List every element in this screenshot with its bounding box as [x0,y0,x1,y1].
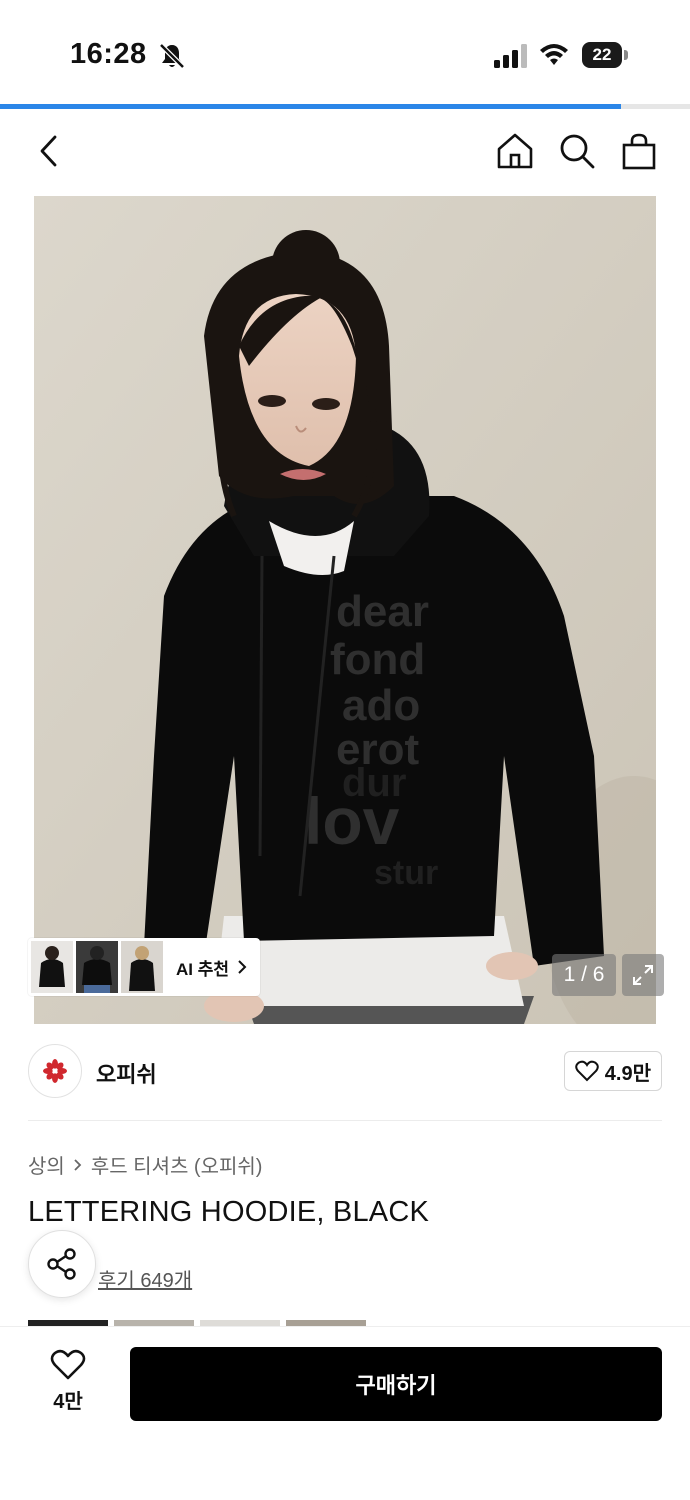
ai-thumbnail [31,941,73,993]
home-icon [497,133,533,169]
home-button[interactable] [494,130,536,172]
status-time: 16:28 [70,38,147,70]
flower-logo-icon [43,1059,67,1083]
model-photo: dear fond ado erot dur lov stur [34,196,656,1024]
heart-icon [50,1349,86,1380]
heart-icon [575,1060,599,1082]
chevron-left-icon [40,135,57,167]
brand-like-button[interactable]: 4.9만 [563,1051,662,1091]
brand-like-count: 4.9만 [604,1062,651,1085]
bottom-action-bar: 4만 구매하기 [0,1326,690,1500]
hoodie-print-text: lov [304,784,400,858]
product-image[interactable]: dear fond ado erot dur lov stur [34,196,656,1024]
wishlist-count: 4만 [53,1391,83,1413]
search-button[interactable] [556,130,598,172]
wishlist-button[interactable]: 4만 [28,1349,108,1423]
hoodie-print-text: stur [374,854,438,892]
breadcrumb-item[interactable]: 상의 [28,1150,65,1179]
reviews-link[interactable]: 후기 649개 [98,1264,192,1293]
bell-muted-icon [159,43,185,69]
ai-thumbnail [121,941,163,993]
cart-button[interactable] [618,130,660,172]
expand-icon [633,965,653,985]
ai-thumbnail [76,941,118,993]
image-counter: 1 / 6 [552,954,616,996]
share-button[interactable] [28,1230,96,1298]
status-bar: 16:28 22 [0,0,690,104]
divider [28,1120,662,1121]
shopping-bag-icon [622,133,656,170]
chevron-right-icon [74,1158,82,1171]
brand-row: 오피쉬 4.9만 [28,1042,662,1100]
product-title: LETTERING HOODIE, BLACK [28,1196,430,1228]
hoodie-print-text: ado [342,681,420,730]
back-button[interactable] [28,130,70,172]
page-load-progress [0,104,690,109]
top-nav-bar [0,110,690,194]
breadcrumb: 상의 후드 티셔츠 (오피쉬) [28,1150,262,1179]
expand-image-button[interactable] [622,954,664,996]
chevron-right-icon [238,960,247,974]
battery-level: 22 [582,42,622,68]
breadcrumb-item[interactable]: 후드 티셔츠 (오피쉬) [91,1150,263,1179]
search-icon [560,134,595,169]
buy-button[interactable]: 구매하기 [130,1347,662,1421]
brand-logo[interactable] [28,1044,82,1098]
ai-recommend-button[interactable]: AI 추천 [28,938,260,996]
hoodie-print-text: fond [330,635,425,684]
hoodie-print-text: dear [336,587,429,636]
wifi-icon [540,44,568,65]
page-load-progress-fill [0,104,621,109]
brand-name[interactable]: 오피쉬 [96,1057,157,1089]
battery-nub [624,50,628,60]
cellular-signal-icon [494,44,527,68]
share-icon [47,1248,76,1280]
battery-indicator: 22 [582,42,628,68]
ai-recommend-label: AI 추천 [176,959,230,979]
